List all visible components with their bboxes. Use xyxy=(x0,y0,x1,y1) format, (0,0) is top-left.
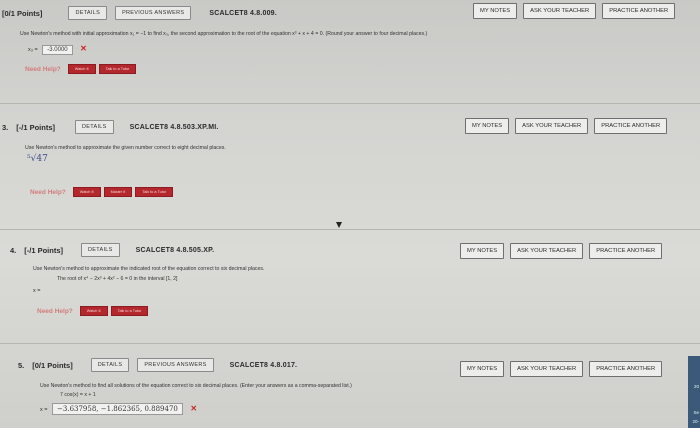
math-expression: ⁵√47 xyxy=(27,154,48,164)
need-help-row: Need Help? Watch It Talk to a Tutor xyxy=(37,306,149,316)
question-prompt: Use Newton's method to approximate the g… xyxy=(25,145,226,151)
divider xyxy=(0,343,700,344)
answer-label: x = xyxy=(40,407,48,413)
previous-answers-tab[interactable]: PREVIOUS ANSWERS xyxy=(137,358,214,372)
taskbar-edge: 20 Se 20- xyxy=(688,356,700,428)
talk-to-tutor-button[interactable]: Talk to a Tutor xyxy=(135,187,174,197)
talk-to-tutor-button[interactable]: Talk to a Tutor xyxy=(110,306,149,316)
my-notes-button[interactable]: MY NOTES xyxy=(465,118,510,134)
problem-code: SCALCET8 4.8.505.XP. xyxy=(135,246,215,254)
taskbar-text: Se xyxy=(693,410,699,415)
question-3-header: 3. [-/1 Points] DETAILS SCALCET8 4.8.503… xyxy=(2,120,219,134)
incorrect-icon: ✕ xyxy=(190,404,198,413)
incorrect-icon: ✕ xyxy=(80,44,87,53)
problem-code: SCALCET8 4.8.503.XP.MI. xyxy=(129,123,219,131)
divider xyxy=(0,229,700,230)
master-it-button[interactable]: Master It xyxy=(103,187,133,197)
practice-another-button[interactable]: PRACTICE ANOTHER xyxy=(594,118,668,134)
answer-input[interactable]: −3.637958, −1.862365, 0.889470 xyxy=(52,403,183,415)
practice-another-button[interactable]: PRACTICE ANOTHER xyxy=(589,243,663,259)
taskbar-text: 20 xyxy=(693,384,699,389)
points-label: [0/1 Points] xyxy=(32,360,73,370)
question-4-actions: MY NOTES ASK YOUR TEACHER PRACTICE ANOTH… xyxy=(460,243,663,259)
talk-to-tutor-button[interactable]: Talk to a Tutor xyxy=(98,64,137,74)
question-5-actions: MY NOTES ASK YOUR TEACHER PRACTICE ANOTH… xyxy=(460,361,663,377)
problem-code: SCALCET8 4.8.017. xyxy=(229,361,298,369)
question-1-actions: MY NOTES ASK YOUR TEACHER PRACTICE ANOTH… xyxy=(473,3,676,19)
my-notes-button[interactable]: MY NOTES xyxy=(473,3,518,19)
question-prompt: Use Newton's method to find all solution… xyxy=(40,383,352,389)
question-4: 4. [-/1 Points] DETAILS SCALCET8 4.8.505… xyxy=(0,236,700,336)
previous-answers-tab[interactable]: PREVIOUS ANSWERS xyxy=(115,6,192,20)
question-1: [0/1 Points] DETAILS PREVIOUS ANSWERS SC… xyxy=(0,0,700,92)
points-label: [0/1 Points] xyxy=(2,8,43,18)
question-prompt: Use Newton's method to approximate the i… xyxy=(33,266,265,272)
ask-teacher-button[interactable]: ASK YOUR TEACHER xyxy=(510,243,584,259)
question-subprompt: The root of x⁴ − 2x³ + 4x² − 6 = 0 in th… xyxy=(57,276,178,282)
answer-label: x₃ = xyxy=(28,47,38,53)
points-label: [-/1 Points] xyxy=(24,245,64,255)
answer-input[interactable]: -3.0000 xyxy=(42,45,73,55)
divider xyxy=(0,103,700,104)
watch-it-button[interactable]: Watch It xyxy=(79,306,108,316)
question-number: 4. xyxy=(10,245,17,255)
answer-row: x₃ = -3.0000 ✕ xyxy=(28,44,87,55)
need-help-label: Need Help? xyxy=(37,307,73,315)
mouse-cursor-icon xyxy=(336,222,342,228)
details-tab[interactable]: DETAILS xyxy=(81,243,120,257)
details-tab[interactable]: DETAILS xyxy=(68,6,108,20)
question-3: 3. [-/1 Points] DETAILS SCALCET8 4.8.503… xyxy=(0,110,700,205)
points-label: [-/1 Points] xyxy=(16,122,56,132)
question-prompt: Use Newton's method with initial approxi… xyxy=(20,31,428,37)
details-tab[interactable]: DETAILS xyxy=(90,358,130,372)
taskbar-text: 20- xyxy=(692,419,699,424)
need-help-label: Need Help? xyxy=(25,65,61,73)
watch-it-button[interactable]: Watch It xyxy=(72,187,101,197)
watch-it-button[interactable]: Watch It xyxy=(67,64,96,74)
question-1-header: [0/1 Points] DETAILS PREVIOUS ANSWERS SC… xyxy=(2,6,277,20)
answer-label: x = xyxy=(33,288,41,294)
practice-another-button[interactable]: PRACTICE ANOTHER xyxy=(602,3,676,19)
my-notes-button[interactable]: MY NOTES xyxy=(460,243,505,259)
ask-teacher-button[interactable]: ASK YOUR TEACHER xyxy=(515,118,589,134)
details-tab[interactable]: DETAILS xyxy=(75,120,114,134)
answer-row: x = xyxy=(33,288,41,294)
question-3-actions: MY NOTES ASK YOUR TEACHER PRACTICE ANOTH… xyxy=(465,118,668,134)
problem-code: SCALCET8 4.8.009. xyxy=(209,9,277,17)
question-5-header: 5. [0/1 Points] DETAILS PREVIOUS ANSWERS… xyxy=(18,358,297,372)
question-4-header: 4. [-/1 Points] DETAILS SCALCET8 4.8.505… xyxy=(10,243,214,257)
question-equation: 7 cos(x) = x + 1 xyxy=(60,392,96,398)
question-5: 5. [0/1 Points] DETAILS PREVIOUS ANSWERS… xyxy=(0,350,700,428)
need-help-label: Need Help? xyxy=(30,188,66,196)
my-notes-button[interactable]: MY NOTES xyxy=(460,361,505,377)
practice-another-button[interactable]: PRACTICE ANOTHER xyxy=(589,361,663,377)
question-number: 3. xyxy=(2,122,9,132)
need-help-row: Need Help? Watch It Talk to a Tutor xyxy=(25,64,137,74)
ask-teacher-button[interactable]: ASK YOUR TEACHER xyxy=(523,3,597,19)
answer-row: x = −3.637958, −1.862365, 0.889470 ✕ xyxy=(40,403,197,415)
need-help-row: Need Help? Watch It Master It Talk to a … xyxy=(30,187,174,197)
ask-teacher-button[interactable]: ASK YOUR TEACHER xyxy=(510,361,584,377)
question-number: 5. xyxy=(18,360,25,370)
